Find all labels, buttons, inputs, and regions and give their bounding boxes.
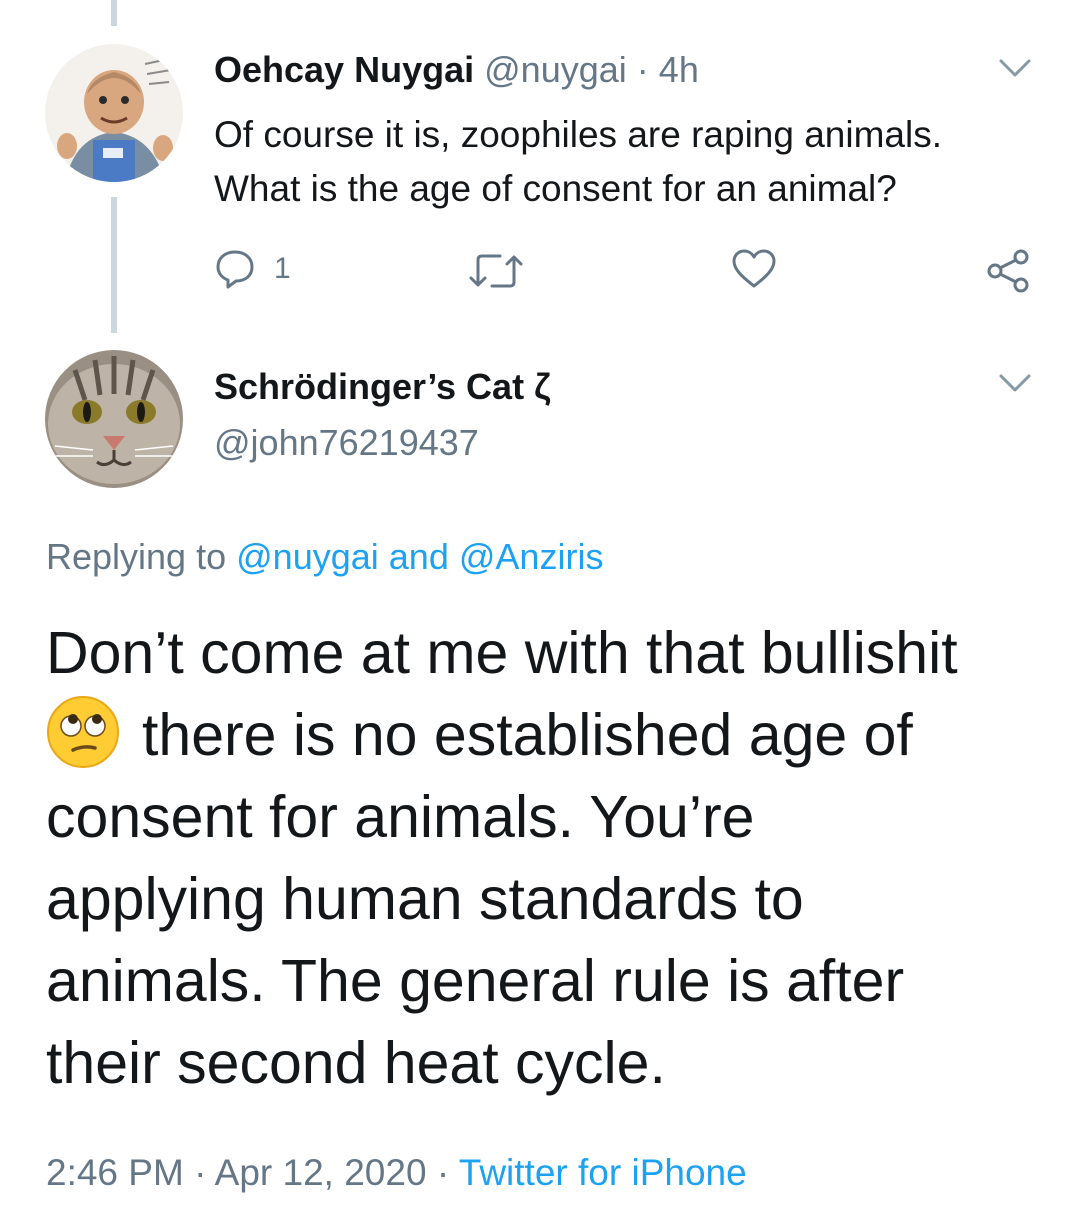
replying-prefix: Replying to [46,536,227,577]
display-name[interactable]: Schrödinger’s Cat ζ [214,367,551,407]
face-with-rolling-eyes-icon [46,695,120,769]
tweet-text-line: consent for animals. You’re [46,784,755,850]
retweet-button[interactable] [468,252,524,290]
mention-link[interactable]: @nuygai [236,536,379,577]
tweet-text: Don’t come at me with that bullishit the… [46,612,1056,1104]
tweet-text-line: Of course it is, zoophiles are raping an… [214,114,943,155]
share-button[interactable] [985,248,1031,294]
heart-icon [732,249,776,288]
cat-face-avatar-icon [45,350,183,488]
tweet-text-line: their second heat cycle. [46,1030,666,1096]
replying-to: Replying to @nuygai and @Anziris [46,535,603,579]
tweet-text-line: Don’t come at me with that bullishit [46,620,958,686]
handle[interactable]: @nuygai [484,49,627,90]
handle[interactable]: @john76219437 [214,422,479,464]
tweet-text-line: there is no established age of [46,694,1056,776]
share-icon [987,249,1029,293]
tweet-text-line: animals. The general rule is after [46,948,905,1014]
tweet-text: Of course it is, zoophiles are raping an… [214,108,942,216]
chevron-down-icon[interactable] [997,371,1033,395]
thread-connector-top [111,0,117,26]
chevron-down-icon[interactable] [997,56,1033,80]
tweet-date[interactable]: Apr 12, 2020 [215,1152,427,1193]
thread-connector [111,197,117,333]
replying-and[interactable]: and [389,536,449,577]
reply-count: 1 [274,252,291,285]
like-button[interactable] [731,248,777,290]
reply-button[interactable]: 1 [214,248,291,290]
separator: · [194,1152,207,1193]
avatar[interactable] [45,350,183,488]
tweet-text-segment: there is no established age of [142,702,913,768]
mention-link[interactable]: @Anziris [459,536,604,577]
cartoon-man-avatar-icon [45,44,183,182]
source-link[interactable]: Twitter for iPhone [459,1152,747,1193]
retweet-icon [469,254,523,288]
timestamp[interactable]: 4h [659,49,699,90]
tweet-time[interactable]: 2:46 PM [46,1152,184,1193]
separator: · [636,49,649,90]
tweet-text-line: What is the age of consent for an animal… [214,168,897,209]
tweet-metadata: 2:46 PM · Apr 12, 2020 · Twitter for iPh… [46,1150,747,1196]
tweet-header: Oehcay Nuygai @nuygai · 4h [214,50,699,90]
tweet-text-line: applying human standards to [46,866,804,932]
avatar[interactable] [45,44,183,182]
display-name[interactable]: Oehcay Nuygai [214,49,474,90]
separator: · [436,1152,450,1193]
reply-icon [216,250,254,289]
